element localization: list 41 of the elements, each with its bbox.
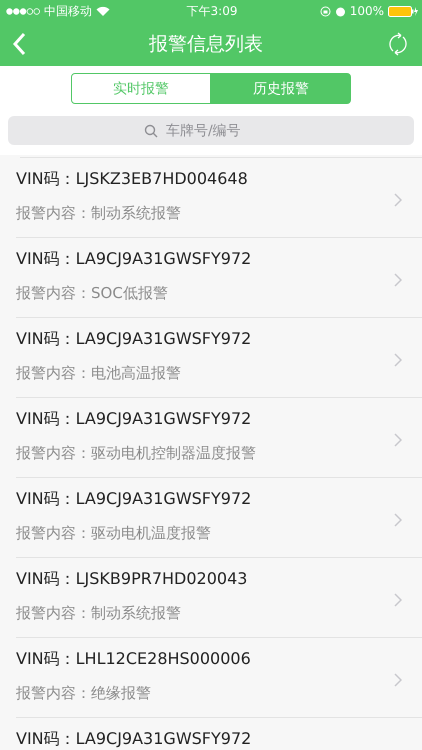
- signal-icon: [6, 8, 40, 14]
- chevron-icon: [394, 433, 402, 447]
- vin-text: VIN码：LHL12CE28HS000006: [16, 649, 252, 670]
- chevron-icon: [394, 673, 402, 687]
- vin-text: VIN码：LA9CJ9A31GWSFY972: [16, 489, 252, 510]
- alarm-list-item[interactable]: VIN码：LA9CJ9A31GWSFY972 报警内容：SOC低报警: [16, 238, 422, 318]
- alarm-content: 报警内容：驱动电机控制器温度报警: [16, 444, 257, 463]
- alarm-list-item[interactable]: VIN码：LA9CJ9A31GWSFY972: [16, 718, 422, 750]
- back-button[interactable]: [12, 32, 26, 56]
- status-time: 下午3:09: [186, 2, 238, 20]
- alarm-list-item[interactable]: VIN码：LJSKZ3EB7HD004648 报警内容：制动系统报警: [16, 158, 422, 238]
- carrier-name: 中国移动: [44, 2, 92, 20]
- alarm-content: 报警内容：电池高温报警: [16, 364, 182, 383]
- alarm-list-item[interactable]: VIN码：LA9CJ9A31GWSFY972 报警内容：驱动电机温度报警: [16, 478, 422, 558]
- alarm-content: 报警内容：制动系统报警: [16, 604, 182, 623]
- chevron-icon: [394, 273, 402, 287]
- alarm-content: 报警内容：SOC低报警: [16, 284, 169, 303]
- lock-rotation-icon: [320, 6, 331, 16]
- alarm-list-item[interactable]: VIN码：LA9CJ9A31GWSFY972 报警内容：电池高温报警: [16, 318, 422, 398]
- battery-percent: 100%: [350, 4, 384, 18]
- battery-icon: [388, 6, 418, 16]
- page-title: 报警信息列表: [149, 32, 263, 57]
- wifi-icon: [96, 6, 110, 16]
- alarm-list-item[interactable]: VIN码：LA9CJ9A31GWSFY972 报警内容：驱动电机控制器温度报警: [16, 398, 422, 478]
- alarm-content: 报警内容：绝缘报警: [16, 684, 152, 703]
- search-field[interactable]: 车牌号/编号: [164, 122, 278, 140]
- vin-text: VIN码：LA9CJ9A31GWSFY972: [16, 249, 252, 270]
- alarm-list-item[interactable]: VIN码：LJSKB9PR7HD020043 报警内容：制动系统报警: [16, 558, 422, 638]
- vin-text: VIN码：LJSKZ3EB7HD004648: [16, 169, 249, 190]
- chevron-icon: [394, 513, 402, 527]
- chevron-icon: [394, 593, 402, 607]
- vin-text: VIN码：LA9CJ9A31GWSFY972: [16, 729, 252, 750]
- search-icon: [144, 124, 158, 138]
- alarm-content: 报警内容：制动系统报警: [16, 204, 182, 223]
- alarm-content: 报警内容：驱动电机温度报警: [16, 524, 212, 543]
- vin-text: VIN码：LA9CJ9A31GWSFY972: [16, 409, 252, 430]
- alarm-list-item[interactable]: VIN码：LHL12CE28HS000006 报警内容：绝缘报警: [16, 638, 422, 718]
- vin-text: VIN码：LA9CJ9A31GWSFY972: [16, 329, 252, 350]
- vin-text: VIN码：LJSKB9PR7HD020043: [16, 569, 248, 590]
- chevron-icon: [394, 353, 402, 367]
- chevron-icon: [394, 193, 402, 207]
